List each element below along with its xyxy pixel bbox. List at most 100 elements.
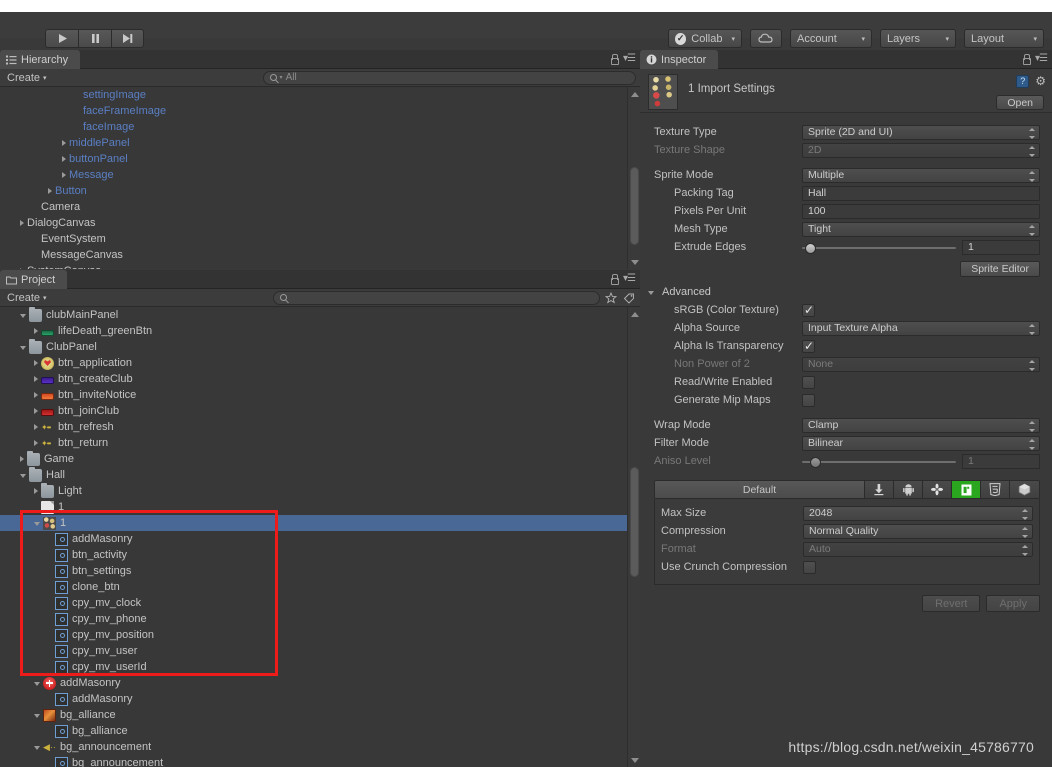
chevron-down-icon[interactable] xyxy=(20,346,26,350)
sprite-mode-dropdown[interactable]: Multiple xyxy=(802,168,1040,183)
hierarchy-row[interactable]: faceImage xyxy=(0,119,627,135)
panel-menu-icon[interactable]: ▾☰ xyxy=(1035,53,1047,64)
hierarchy-scroll-thumb[interactable] xyxy=(630,167,639,245)
hierarchy-row[interactable]: faceFrameImage xyxy=(0,103,627,119)
hierarchy-row[interactable]: Message xyxy=(0,167,627,183)
gear-icon[interactable]: ⚙ xyxy=(1035,74,1046,88)
slider-knob[interactable] xyxy=(805,243,816,254)
project-row[interactable]: cpy_mv_position xyxy=(0,627,627,643)
project-row[interactable]: Hall xyxy=(0,467,627,483)
hierarchy-row[interactable]: buttonPanel xyxy=(0,151,627,167)
project-row[interactable]: bg_alliance xyxy=(0,707,627,723)
project-create-button[interactable]: Create ▾ xyxy=(4,292,50,304)
chevron-down-icon[interactable] xyxy=(34,714,40,718)
chevron-right-icon[interactable] xyxy=(34,376,38,382)
chevron-right-icon[interactable] xyxy=(20,456,24,462)
project-scrollbar[interactable] xyxy=(627,307,640,767)
project-row[interactable]: btn_joinClub xyxy=(0,403,627,419)
chevron-right-icon[interactable] xyxy=(34,328,38,334)
pause-button[interactable] xyxy=(78,29,111,48)
hierarchy-row[interactable]: middlePanel xyxy=(0,135,627,151)
project-row[interactable]: bg_alliance xyxy=(0,723,627,739)
project-row[interactable]: btn_createClub xyxy=(0,371,627,387)
pixels-per-unit-input[interactable]: 100 xyxy=(802,204,1040,219)
panel-menu-icon[interactable]: ▾☰ xyxy=(623,53,635,64)
hierarchy-row[interactable]: Camera xyxy=(0,199,627,215)
project-row[interactable]: btn_inviteNotice xyxy=(0,387,627,403)
srgb-checkbox[interactable] xyxy=(802,304,815,317)
help-icon[interactable]: ? xyxy=(1016,75,1029,88)
project-row[interactable]: ✦••btn_return xyxy=(0,435,627,451)
platform-tab-default[interactable]: Default xyxy=(655,481,865,498)
packing-tag-input[interactable]: Hall xyxy=(802,186,1040,201)
chevron-right-icon[interactable] xyxy=(34,392,38,398)
chevron-down-icon[interactable] xyxy=(34,682,40,686)
wrap-mode-dropdown[interactable]: Clamp xyxy=(802,418,1040,433)
chevron-right-icon[interactable] xyxy=(20,268,24,269)
lock-icon[interactable] xyxy=(610,54,618,64)
scroll-up-icon[interactable] xyxy=(630,309,639,319)
account-button[interactable]: Account ▾ xyxy=(790,29,872,48)
project-row[interactable]: addMasonry xyxy=(0,531,627,547)
hierarchy-row[interactable]: SystemCanvas xyxy=(0,263,627,269)
scroll-up-icon[interactable] xyxy=(630,89,639,99)
hierarchy-search-input[interactable]: ▾ All xyxy=(263,71,636,85)
filter-by-label-icon[interactable] xyxy=(622,291,636,305)
mesh-type-dropdown[interactable]: Tight xyxy=(802,222,1040,237)
open-button[interactable]: Open xyxy=(996,95,1044,110)
project-scroll-thumb[interactable] xyxy=(630,467,639,577)
platform-tab-facebook[interactable] xyxy=(1010,481,1039,498)
project-row[interactable]: btn_application xyxy=(0,355,627,371)
hierarchy-create-button[interactable]: Create ▾ xyxy=(4,72,50,84)
project-row[interactable]: cpy_mv_user xyxy=(0,643,627,659)
hierarchy-row[interactable]: MessageCanvas xyxy=(0,247,627,263)
platform-tab-windows-store[interactable] xyxy=(952,481,981,498)
layout-button[interactable]: Layout ▾ xyxy=(964,29,1044,48)
hierarchy-scrollbar[interactable] xyxy=(627,87,640,269)
hierarchy-tree[interactable]: settingImagefaceFrameImagefaceImagemiddl… xyxy=(0,87,627,269)
project-row[interactable]: cpy_mv_clock xyxy=(0,595,627,611)
project-row[interactable]: ✦••btn_refresh xyxy=(0,419,627,435)
chevron-down-icon[interactable] xyxy=(20,314,26,318)
project-row[interactable]: cpy_mv_userId xyxy=(0,659,627,675)
project-row[interactable]: bg_announcement xyxy=(0,755,627,767)
step-button[interactable] xyxy=(111,29,144,48)
cloud-button[interactable] xyxy=(750,29,782,48)
project-row[interactable]: lifeDeath_greenBtn xyxy=(0,323,627,339)
extrude-edges-value[interactable]: 1 xyxy=(962,240,1040,255)
project-row[interactable]: addMasonry xyxy=(0,675,627,691)
apply-button[interactable]: Apply xyxy=(986,595,1040,612)
project-row[interactable]: ◀··bg_announcement xyxy=(0,739,627,755)
tab-project[interactable]: Project xyxy=(0,270,67,289)
chevron-right-icon[interactable] xyxy=(34,424,38,430)
lock-icon[interactable] xyxy=(610,274,618,284)
platform-tab-android[interactable] xyxy=(894,481,923,498)
advanced-foldout[interactable]: Advanced xyxy=(648,286,1040,298)
hierarchy-row[interactable]: EventSystem xyxy=(0,231,627,247)
chevron-right-icon[interactable] xyxy=(34,440,38,446)
chevron-right-icon[interactable] xyxy=(34,408,38,414)
read-write-checkbox[interactable] xyxy=(802,376,815,389)
chevron-right-icon[interactable] xyxy=(62,172,66,178)
chevron-right-icon[interactable] xyxy=(48,188,52,194)
chevron-down-icon[interactable] xyxy=(20,474,26,478)
project-row[interactable]: btn_settings xyxy=(0,563,627,579)
crunch-checkbox[interactable] xyxy=(803,561,816,574)
tab-inspector[interactable]: Inspector xyxy=(640,50,718,69)
sprite-editor-button[interactable]: Sprite Editor xyxy=(960,261,1040,277)
lock-icon[interactable] xyxy=(1022,54,1030,64)
texture-type-dropdown[interactable]: Sprite (2D and UI) xyxy=(802,125,1040,140)
platform-tab-ios[interactable] xyxy=(923,481,952,498)
scroll-down-icon[interactable] xyxy=(630,755,639,765)
mipmaps-checkbox[interactable] xyxy=(802,394,815,407)
project-row[interactable]: btn_activity xyxy=(0,547,627,563)
chevron-right-icon[interactable] xyxy=(34,488,38,494)
compression-dropdown[interactable]: Normal Quality xyxy=(803,524,1033,539)
chevron-down-icon[interactable] xyxy=(34,522,40,526)
panel-menu-icon[interactable]: ▾☰ xyxy=(623,273,635,284)
project-row[interactable]: clone_btn xyxy=(0,579,627,595)
project-row[interactable]: addMasonry xyxy=(0,691,627,707)
chevron-right-icon[interactable] xyxy=(34,360,38,366)
alpha-source-dropdown[interactable]: Input Texture Alpha xyxy=(802,321,1040,336)
alpha-is-transparency-checkbox[interactable] xyxy=(802,340,815,353)
